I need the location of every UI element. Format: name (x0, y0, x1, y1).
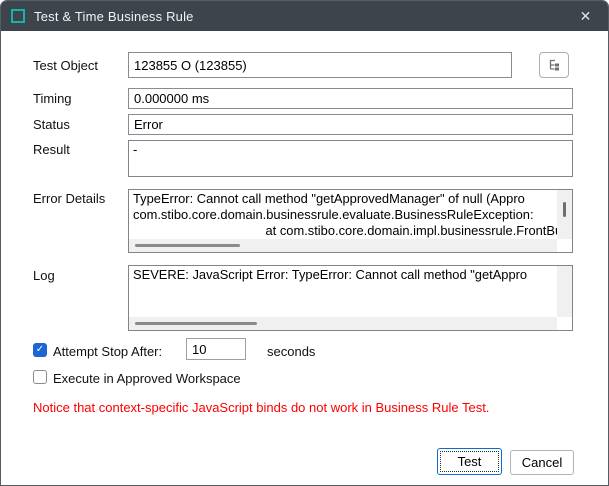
scrollbar-thumb[interactable] (135, 244, 240, 247)
app-icon (11, 9, 25, 23)
error-details-vertical-scrollbar[interactable] (557, 190, 572, 239)
attempt-stop-seconds-input[interactable] (186, 338, 246, 360)
test-object-label: Test Object (33, 58, 98, 73)
error-line: TypeError: Cannot call method "getApprov… (133, 191, 553, 207)
status-label: Status (33, 117, 70, 132)
close-button[interactable]: ✕ (563, 1, 608, 31)
error-details-box[interactable]: TypeError: Cannot call method "getApprov… (128, 189, 573, 253)
close-icon: ✕ (580, 8, 592, 25)
hierarchy-tree-icon (547, 58, 562, 72)
attempt-stop-checkbox[interactable]: ✓ (33, 343, 47, 357)
scrollbar-thumb[interactable] (563, 202, 566, 217)
log-box[interactable]: SEVERE: JavaScript Error: TypeError: Can… (128, 265, 573, 331)
window-title: Test & Time Business Rule (34, 9, 194, 24)
error-details-label: Error Details (33, 191, 105, 206)
error-details-horizontal-scrollbar[interactable] (129, 239, 557, 252)
scrollbar-thumb[interactable] (135, 322, 257, 325)
error-line: com.stibo.core.domain.businessrule.evalu… (133, 207, 553, 223)
test-button[interactable]: Test (437, 448, 502, 475)
result-box[interactable]: - (128, 140, 573, 177)
timing-input[interactable] (128, 88, 573, 109)
title-bar: Test & Time Business Rule ✕ (1, 1, 608, 31)
seconds-label: seconds (267, 344, 315, 359)
result-value: - (133, 142, 568, 158)
log-label: Log (33, 268, 55, 283)
scrollbar-corner (557, 317, 572, 330)
log-vertical-scrollbar[interactable] (557, 266, 572, 317)
error-line: at com.stibo.core.domain.impl.businessru… (133, 223, 553, 239)
browse-tree-button[interactable] (539, 52, 569, 78)
result-label: Result (33, 142, 70, 157)
test-time-business-rule-dialog: Test & Time Business Rule ✕ Test Object … (0, 0, 609, 486)
execute-approved-label: Execute in Approved Workspace (53, 371, 241, 386)
cancel-button[interactable]: Cancel (510, 450, 574, 475)
checkmark-icon: ✓ (36, 345, 44, 355)
timing-label: Timing (33, 91, 72, 106)
status-input[interactable] (128, 114, 573, 135)
log-line: SEVERE: JavaScript Error: TypeError: Can… (133, 267, 553, 283)
test-object-input[interactable] (128, 52, 512, 78)
execute-approved-checkbox[interactable] (33, 370, 47, 384)
scrollbar-corner (557, 239, 572, 252)
log-horizontal-scrollbar[interactable] (129, 317, 557, 330)
notice-text: Notice that context-specific JavaScript … (33, 400, 489, 415)
attempt-stop-label: Attempt Stop After: (53, 344, 162, 359)
